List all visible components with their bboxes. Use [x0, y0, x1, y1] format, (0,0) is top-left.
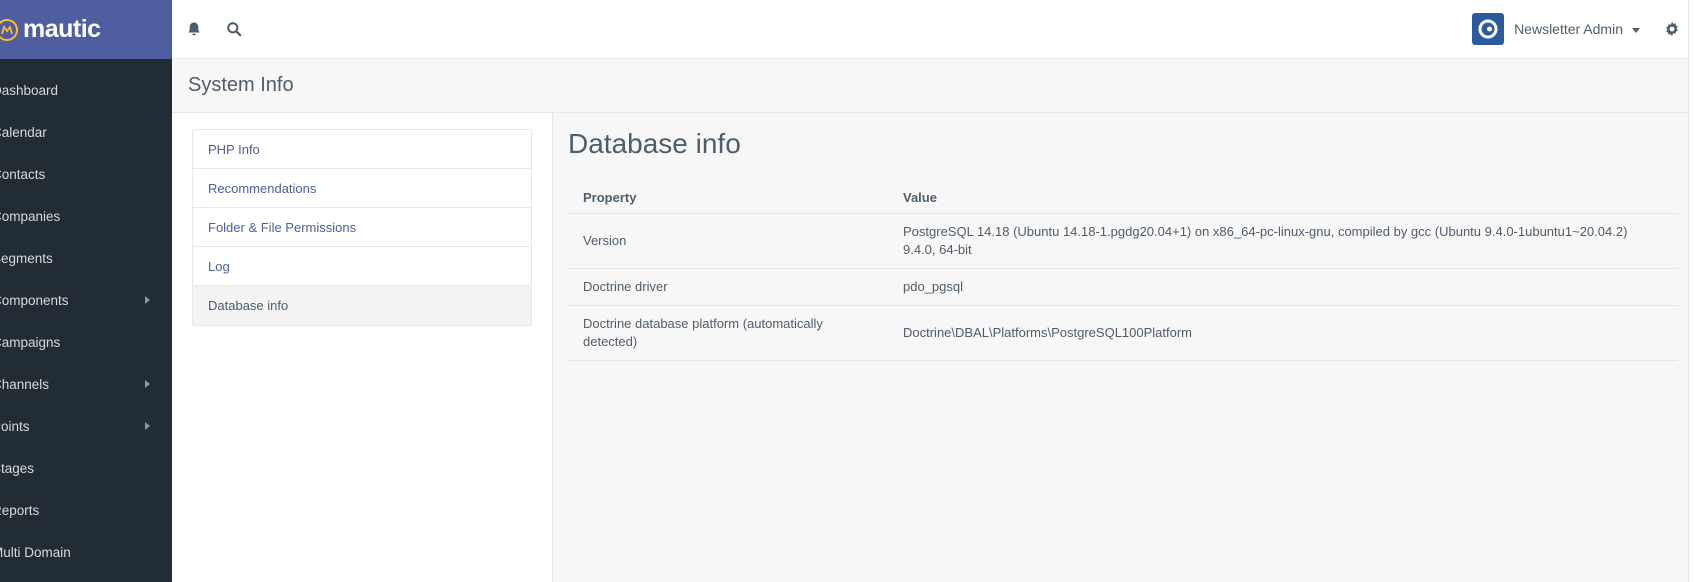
sidebar-item-label: Contacts [0, 166, 46, 182]
sidebar-item-label: Segments [0, 250, 53, 266]
database-info-table: Property Value Version PostgreSQL 14.18 … [568, 178, 1678, 361]
topbar: Newsletter Admin [172, 0, 1694, 59]
sidebar-item-stages[interactable]: Stages [0, 447, 172, 489]
cell-property: Doctrine database platform (automaticall… [568, 305, 888, 361]
chevron-down-icon[interactable] [1632, 27, 1640, 33]
mautic-logo-icon [0, 18, 18, 41]
brand-name: mautic [23, 15, 101, 43]
sidebar-item-channels[interactable]: Channels [0, 363, 172, 405]
tab-folder-file-permissions[interactable]: Folder & File Permissions [193, 208, 531, 247]
table-header-row: Property Value [568, 178, 1678, 214]
caret-right-icon [145, 296, 150, 304]
sidebar-item-reports[interactable]: Reports [0, 489, 172, 531]
sidebar-item-components[interactable]: Components [0, 279, 172, 321]
user-name[interactable]: Newsletter Admin [1514, 21, 1623, 37]
content-panel: Database info Property Value Version Pos… [553, 113, 1694, 582]
cell-value: PostgreSQL 14.18 (Ubuntu 14.18-1.pgdg20.… [888, 213, 1678, 269]
sidebar-item-label: Companies [0, 208, 61, 224]
sidebar-item-label: Dashboard [0, 82, 59, 98]
cell-property: Version [568, 213, 888, 269]
tab-database-info[interactable]: Database info [193, 286, 531, 325]
sidebar-item-contacts[interactable]: Contacts [0, 153, 172, 195]
sidebar-item-label: Multi Domain [0, 544, 71, 560]
brand-logo[interactable]: mautic [0, 0, 172, 59]
tabs-column: PHP Info Recommendations Folder & File P… [172, 113, 553, 582]
table-row: Doctrine driver pdo_pgsql [568, 268, 1678, 306]
table-row: Doctrine database platform (automaticall… [568, 305, 1678, 361]
app: mautic Dashboard Calendar Contacts Compa… [0, 0, 1694, 582]
sidebar-item-campaigns[interactable]: Campaigns [0, 321, 172, 363]
sidebar-item-calendar[interactable]: Calendar [0, 111, 172, 153]
sidebar: mautic Dashboard Calendar Contacts Compa… [0, 0, 172, 582]
sidebar-item-label: Components [0, 292, 69, 308]
caret-right-icon [145, 380, 150, 388]
sidebar-item-dashboard[interactable]: Dashboard [0, 69, 172, 111]
page-header: System Info [172, 59, 1694, 113]
sidebar-item-companies[interactable]: Companies [0, 195, 172, 237]
column-header-property: Property [568, 178, 888, 214]
content-title: Database info [568, 128, 741, 159]
sidebar-item-label: Points [0, 418, 30, 434]
sidebar-item-label: Campaigns [0, 334, 61, 350]
sidebar-item-multi-domain[interactable]: Multi Domain [0, 531, 172, 573]
cell-property: Doctrine driver [568, 268, 888, 306]
tab-recommendations[interactable]: Recommendations [193, 169, 531, 208]
sidebar-item-label: Stages [0, 460, 35, 476]
bell-icon[interactable] [184, 19, 204, 39]
sidebar-nav: Dashboard Calendar Contacts Companies Se… [0, 59, 172, 573]
right-edge-panel [1688, 0, 1694, 582]
caret-right-icon [145, 422, 150, 430]
tab-log[interactable]: Log [193, 247, 531, 286]
column-header-value: Value [888, 178, 1678, 214]
sidebar-item-label: Reports [0, 502, 40, 518]
cell-value: Doctrine\DBAL\Platforms\PostgreSQL100Pla… [888, 305, 1678, 361]
cell-value: pdo_pgsql [888, 268, 1678, 306]
search-icon[interactable] [224, 19, 244, 39]
sidebar-item-label: Calendar [0, 124, 47, 140]
sidebar-item-points[interactable]: Points [0, 405, 172, 447]
sidebar-item-segments[interactable]: Segments [0, 237, 172, 279]
table-row: Version PostgreSQL 14.18 (Ubuntu 14.18-1… [568, 213, 1678, 269]
page-title: System Info [188, 74, 294, 96]
gear-icon[interactable] [1662, 19, 1682, 39]
avatar[interactable] [1472, 13, 1505, 45]
sidebar-item-label: Channels [0, 376, 50, 392]
tab-php-info[interactable]: PHP Info [193, 130, 531, 169]
system-info-tabs: PHP Info Recommendations Folder & File P… [192, 129, 532, 326]
user-menu[interactable]: Newsletter Admin [1472, 13, 1694, 45]
